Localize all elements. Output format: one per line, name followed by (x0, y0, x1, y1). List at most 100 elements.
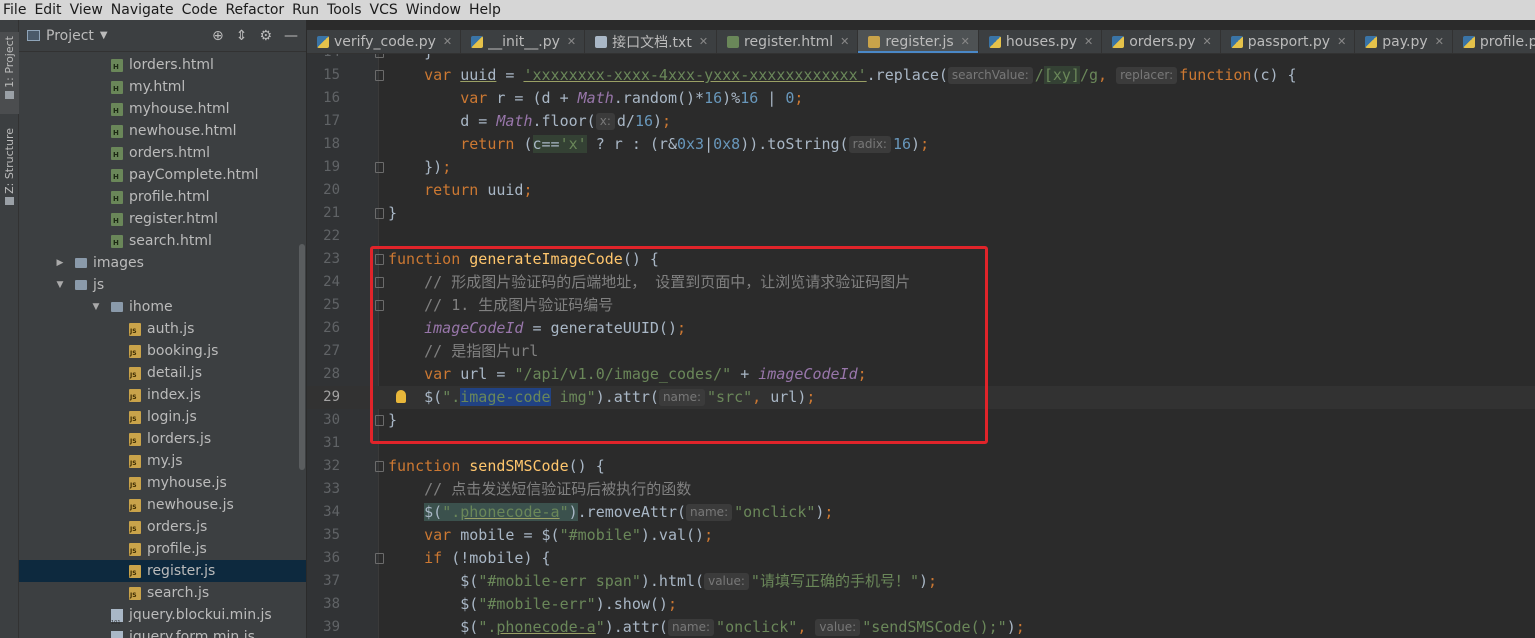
line-number[interactable]: 18 (307, 133, 340, 156)
code-text[interactable]: } (388, 54, 433, 64)
menu-view[interactable]: View (67, 0, 106, 20)
menu-refactor[interactable]: Refactor (222, 0, 287, 20)
tree-item[interactable]: index.js (19, 384, 306, 406)
tree-item[interactable]: newhouse.html (19, 120, 306, 142)
editor-tab[interactable]: orders.py ✕ (1102, 30, 1221, 53)
fold-marker-icon[interactable] (375, 54, 384, 58)
code-text[interactable]: return (c=='x' ? r : (r&0x3|0x8)).toStri… (388, 133, 929, 156)
line-number[interactable]: 39 (307, 616, 340, 638)
chevron-right-icon[interactable]: ▶ (55, 252, 65, 274)
line-number[interactable]: 14 (307, 54, 340, 64)
tree-item[interactable]: register.js (19, 560, 306, 582)
editor-tab[interactable]: __init__.py ✕ (461, 30, 586, 53)
code-text[interactable]: }); (388, 156, 451, 179)
close-tab-icon[interactable]: ✕ (699, 35, 708, 48)
gear-icon[interactable]: ⚙ (259, 28, 272, 44)
code-text[interactable]: } (388, 202, 397, 225)
line-number[interactable]: 33 (307, 478, 340, 501)
line-number[interactable]: 15 (307, 64, 340, 87)
fold-marker-icon[interactable] (375, 553, 384, 564)
code-text[interactable]: var mobile = $("#mobile").val(); (388, 524, 713, 547)
line-number[interactable]: 31 (307, 432, 340, 455)
line-number[interactable]: 20 (307, 179, 340, 202)
fold-marker-icon[interactable] (375, 461, 384, 472)
code-text[interactable]: var uuid = 'xxxxxxxx-xxxx-4xxx-yxxx-xxxx… (388, 64, 1297, 87)
menu-edit[interactable]: Edit (31, 0, 64, 20)
line-number[interactable]: 24 (307, 271, 340, 294)
editor-tab[interactable]: register.js ✕ (858, 30, 979, 53)
chevron-down-icon[interactable]: ▼ (91, 296, 101, 318)
fold-marker-icon[interactable] (375, 162, 384, 173)
close-tab-icon[interactable]: ✕ (1435, 35, 1444, 48)
line-number[interactable]: 35 (307, 524, 340, 547)
close-tab-icon[interactable]: ✕ (1202, 35, 1211, 48)
locate-file-icon[interactable]: ⊕ (212, 28, 224, 44)
close-tab-icon[interactable]: ✕ (443, 35, 452, 48)
line-number[interactable]: 26 (307, 317, 340, 340)
line-number[interactable]: 28 (307, 363, 340, 386)
code-text[interactable]: $(".phonecode-a").attr(name: "onclick", v… (388, 616, 1025, 638)
tree-item[interactable]: my.html (19, 76, 306, 98)
tree-item[interactable]: myhouse.js (19, 472, 306, 494)
menu-file[interactable]: File (0, 0, 29, 20)
code-text[interactable]: // 点击发送短信验证码后被执行的函数 (388, 478, 691, 501)
menu-code[interactable]: Code (179, 0, 221, 20)
code-text[interactable]: $("#mobile-err span").html(value: "请填写正确的… (388, 570, 937, 593)
close-tab-icon[interactable]: ✕ (961, 35, 970, 48)
line-number[interactable]: 32 (307, 455, 340, 478)
line-number[interactable]: 36 (307, 547, 340, 570)
tree-item[interactable]: lorders.html (19, 54, 306, 76)
line-number[interactable]: 30 (307, 409, 340, 432)
code-text[interactable]: function sendSMSCode() { (388, 455, 605, 478)
code-text[interactable]: return uuid; (388, 179, 532, 202)
line-number[interactable]: 34 (307, 501, 340, 524)
fold-marker-icon[interactable] (375, 208, 384, 219)
editor-tab[interactable]: profile.py✕ (1453, 30, 1535, 53)
tree-item[interactable]: my.js (19, 450, 306, 472)
tree-item[interactable]: ▼ js (19, 274, 306, 296)
close-tab-icon[interactable]: ✕ (840, 35, 849, 48)
code-text[interactable]: d = Math.floor(x: d/16); (388, 110, 671, 133)
line-number[interactable]: 27 (307, 340, 340, 363)
line-number[interactable]: 19 (307, 156, 340, 179)
hide-panel-icon[interactable]: — (284, 28, 298, 44)
line-number[interactable]: 22 (307, 225, 340, 248)
code-text[interactable]: $(".phonecode-a").removeAttr(name: "oncli… (388, 501, 833, 524)
tree-item[interactable]: auth.js (19, 318, 306, 340)
code-text[interactable]: if (!mobile) { (388, 547, 550, 570)
menu-help[interactable]: Help (466, 0, 504, 20)
editor-tab[interactable]: 接口文档.txt ✕ (585, 30, 718, 53)
tree-item[interactable]: login.js (19, 406, 306, 428)
tree-item[interactable]: detail.js (19, 362, 306, 384)
collapse-all-icon[interactable]: ⇕ (236, 28, 248, 44)
project-view-selector[interactable]: Project (46, 28, 94, 44)
chevron-down-icon[interactable]: ▼ (55, 274, 65, 296)
menu-navigate[interactable]: Navigate (108, 0, 177, 20)
editor-tab[interactable]: pay.py ✕ (1355, 30, 1453, 53)
menu-vcs[interactable]: VCS (367, 0, 401, 20)
line-number[interactable]: 21 (307, 202, 340, 225)
tree-item[interactable]: lorders.js (19, 428, 306, 450)
editor-tab[interactable]: register.html ✕ (717, 30, 859, 53)
tree-item[interactable]: search.html (19, 230, 306, 252)
tree-item[interactable]: jquery.form.min.js (19, 626, 306, 638)
code-text[interactable]: var r = (d + Math.random()*16)%16 | 0; (388, 87, 803, 110)
tree-item[interactable]: ▶ images (19, 252, 306, 274)
tree-item[interactable]: myhouse.html (19, 98, 306, 120)
tree-item[interactable]: ▼ ihome (19, 296, 306, 318)
line-number[interactable]: 17 (307, 110, 340, 133)
line-number[interactable]: 16 (307, 87, 340, 110)
tree-item[interactable]: orders.html (19, 142, 306, 164)
structure-tool-tab[interactable]: Z: Structure (0, 128, 19, 218)
project-tool-tab[interactable]: 1: Project (0, 32, 19, 114)
tree-item[interactable]: payComplete.html (19, 164, 306, 186)
tree-item[interactable]: search.js (19, 582, 306, 604)
tree-item[interactable]: jquery.blockui.min.js (19, 604, 306, 634)
tree-item[interactable]: orders.js (19, 516, 306, 538)
close-tab-icon[interactable]: ✕ (1084, 35, 1093, 48)
tree-item[interactable]: profile.html (19, 186, 306, 208)
tree-item[interactable]: booking.js (19, 340, 306, 362)
tree-item[interactable]: register.html (19, 208, 306, 230)
menu-window[interactable]: Window (403, 0, 464, 20)
line-number[interactable]: 23 (307, 248, 340, 271)
